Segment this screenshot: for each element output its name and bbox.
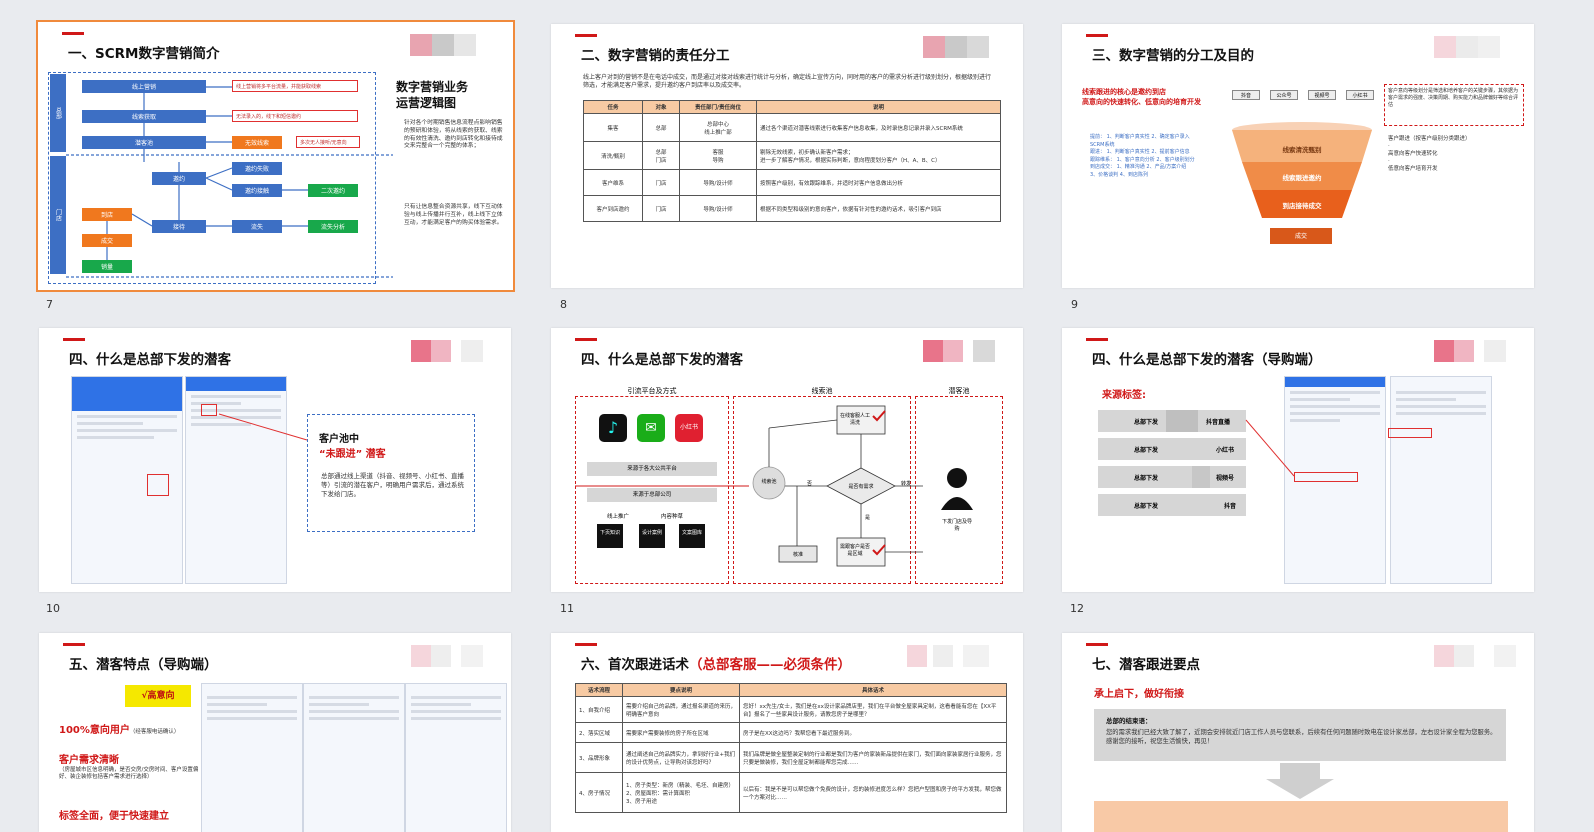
- node-has-need: 是否有需求: [848, 484, 874, 490]
- slide-thumbnail-12[interactable]: 四、什么是总部下发的潜客（导购端） 来源标签: 总部下发 抖音直播 总部下发 小红书…: [1062, 328, 1534, 592]
- slide-number: 7: [46, 298, 53, 311]
- pointer-arrow: [1245, 419, 1295, 477]
- node-cs-clean: 在线客服人工清洗: [839, 413, 870, 426]
- grading-note-box: 客户意向等级划分是筛选和培养客户的关键步骤，其依据为客户需求的强度、决策周期、购…: [1384, 84, 1524, 126]
- funnel-level-1: 线索清洗甄别: [1282, 146, 1322, 154]
- slide-thumbnail-14[interactable]: 六、首次跟进话术（总部客服——必须条件） 话术流程 要点说明 具体话术 1、自我介绍…: [551, 633, 1023, 832]
- slide-number: 11: [560, 602, 574, 615]
- slide-title: 五、潜客特点（导购端）: [69, 657, 218, 673]
- node-verify: 核准: [792, 552, 803, 558]
- script-table: 话术流程 要点说明 具体话术 1、自我介绍 需要介绍自己的品牌，通过报名渠道的来历，明…: [575, 683, 1007, 813]
- slide-number: 8: [560, 298, 567, 311]
- node-dispatch: 下发门店及导购: [941, 519, 972, 532]
- col-header: 具体话术: [739, 683, 1007, 697]
- funnel-level-2: 线索跟进邀约: [1282, 174, 1322, 182]
- table-row: 客户到店邀约 门店 导购/设计师 根据不同类型和级别的意向客户，依据有针对性的邀约话术…: [583, 195, 1001, 222]
- label-forward: 转发: [901, 481, 912, 487]
- slide-thumbnail-10[interactable]: 四、什么是总部下发的潜客 客户池中 “未跟进” 潜客 总部通过线上渠道（抖音、视…: [39, 328, 511, 592]
- brand-logo-blurred: [923, 36, 1013, 60]
- col-header: 责任部门/责任岗位: [679, 100, 757, 114]
- slide-title: 六、首次跟进话术（总部客服——必须条件）: [581, 657, 851, 673]
- col-header: 任务: [583, 100, 643, 114]
- app-screenshot-3: [405, 683, 507, 832]
- brand-logo-blurred: [411, 645, 501, 669]
- slide-thumbnail-13[interactable]: 五、潜客特点（导购端） √高意向 100%意向用户（经客服电话确认） 客户需求清…: [39, 633, 511, 832]
- feature-2-note: （房屋城市区信息明确，是否交房/交房时间、客户设置偏好、装企装修包括客户需求进行…: [59, 767, 199, 781]
- app-screenshot-2: [303, 683, 405, 832]
- slide-thumbnail-7[interactable]: 一、SCRM数字营销简介 总部 门店 线上营销 线索获取 潜客池 无效线索 邀约…: [36, 20, 515, 292]
- pool-desc: 总部通过线上渠道（抖音、视频号、小红书、直播等）引流的潜在客户，明确用户需求后，…: [321, 472, 464, 498]
- col-header: 要点说明: [622, 683, 740, 697]
- responsibility-table: 任务 对象 责任部门/责任岗位 说明 集客 总部 总部中心 线上推广部 通过各个渠道对潜客线…: [583, 100, 1001, 222]
- label-no: 否: [807, 481, 813, 487]
- title-accent-bar: [575, 34, 597, 37]
- slide-bullet-2: 只有让信息整合资源共享，线下互动体验与线上传播并行互补，线上线下立体互动，才能满…: [404, 204, 503, 226]
- left-notes: 提前： 1、判断客户真实性 2、确定客户录入SCRM系统 跟进： 1、判断客户真…: [1090, 134, 1195, 178]
- feature-3: 标签全面，便于快速建立: [59, 811, 169, 822]
- node-lead-pool: 线索池: [761, 479, 777, 485]
- label-yes: 是: [865, 515, 871, 521]
- next-panel: [1094, 801, 1508, 832]
- col-header: 对象: [642, 100, 680, 114]
- table-row: 清洗/甄别 总部 门店 客服 导购 剔除无效线索，初步确认新客户需求； 进一步了解客户…: [583, 141, 1001, 170]
- table-row: 3、品牌形象 通过阐述自己的品牌实力，拿到好行业+我们的设计优势点，让导购对该您好…: [575, 742, 1007, 773]
- table-row: 1、自我介绍 需要介绍自己的品牌，通过报名渠道的来历，明确客户意向 您好！xx先生/…: [575, 696, 1007, 723]
- slide-title: 二、数字营销的责任分工: [581, 48, 730, 64]
- slide-bullet-1: 针对各个时期销售信息流程点影响销售的预研和体验，将从线索的获取、线索的有效性清洗…: [404, 120, 503, 150]
- slide-thumbnail-9[interactable]: 三、数字营销的分工及目的 线索跟进的核心是邀约到店 高意向的快速转化、低意向的培…: [1062, 24, 1534, 288]
- grading-follow-text: 客户跟进（按客户级别分类跟进） · 高意向客户快速转化 · 低意向客户培育开发: [1388, 136, 1471, 172]
- slide-number: 10: [46, 602, 60, 615]
- intro-text: 线上客户对到的营销不是在电话中成交，而是通过对接对线索进行统计与分析，确定线上宣…: [583, 74, 992, 90]
- high-intent-tag: √高意向: [125, 685, 191, 707]
- pool-subtitle: “未跟进” 潜客: [319, 449, 386, 460]
- app-screenshot-1: [201, 683, 303, 832]
- table-row: 2、落实区域 需要家户需要装修的房子所在区域 房子是在XX这边吗？我帮您看下最近服务…: [575, 722, 1007, 743]
- feature-1: 100%意向用户（经客服电话确认）: [59, 725, 180, 736]
- table-row: 4、房子情况 1、房子类型：新房（精装、毛坯、自建房） 2、房屋面积：需计算面积 …: [575, 772, 1007, 813]
- feature-2: 客户需求清晰: [59, 755, 119, 766]
- brand-logo-blurred: [907, 645, 997, 669]
- node-region-check: 需跟客户是否是区域: [839, 544, 870, 557]
- col-header: 话术流程: [575, 683, 623, 697]
- funnel-level-4: 成交: [1294, 233, 1307, 240]
- title-accent-bar: [63, 643, 85, 646]
- table-row: 客户维系 门店 导购/设计师 按照客户级别，有效跟踪维系，并适时对客户信息做出分析: [583, 169, 1001, 196]
- funnel-level-3: 到店接待成交: [1282, 202, 1322, 210]
- slide-heading: 数字营销业务运营逻辑图: [396, 80, 469, 110]
- flow-arrows: [66, 86, 393, 278]
- table-row: 集客 总部 总部中心 线上推广部 通过各个渠道对潜客线索进行收集客户信息收集，及时录信…: [583, 113, 1001, 142]
- title-accent-bar: [575, 643, 597, 646]
- col-header: 说明: [756, 100, 1001, 114]
- slide-number: 12: [1070, 602, 1084, 615]
- slide-thumbnail-8[interactable]: 二、数字营销的责任分工 线上客户对到的营销不是在电话中成交，而是通过对接对线索进…: [551, 24, 1023, 288]
- pool-title: 客户池中: [319, 434, 359, 445]
- slide-thumbnail-11[interactable]: 四、什么是总部下发的潜客 引流平台及方式 线索池 潜客池 ♪ ✉ 小红书 来源于…: [551, 328, 1023, 592]
- slide-number: 9: [1071, 298, 1078, 311]
- slide-thumbnail-15[interactable]: 七、潜客跟进要点 承上启下，做好衔接 总部的结束语： 您的需求我们已经大致了解了…: [1062, 633, 1534, 832]
